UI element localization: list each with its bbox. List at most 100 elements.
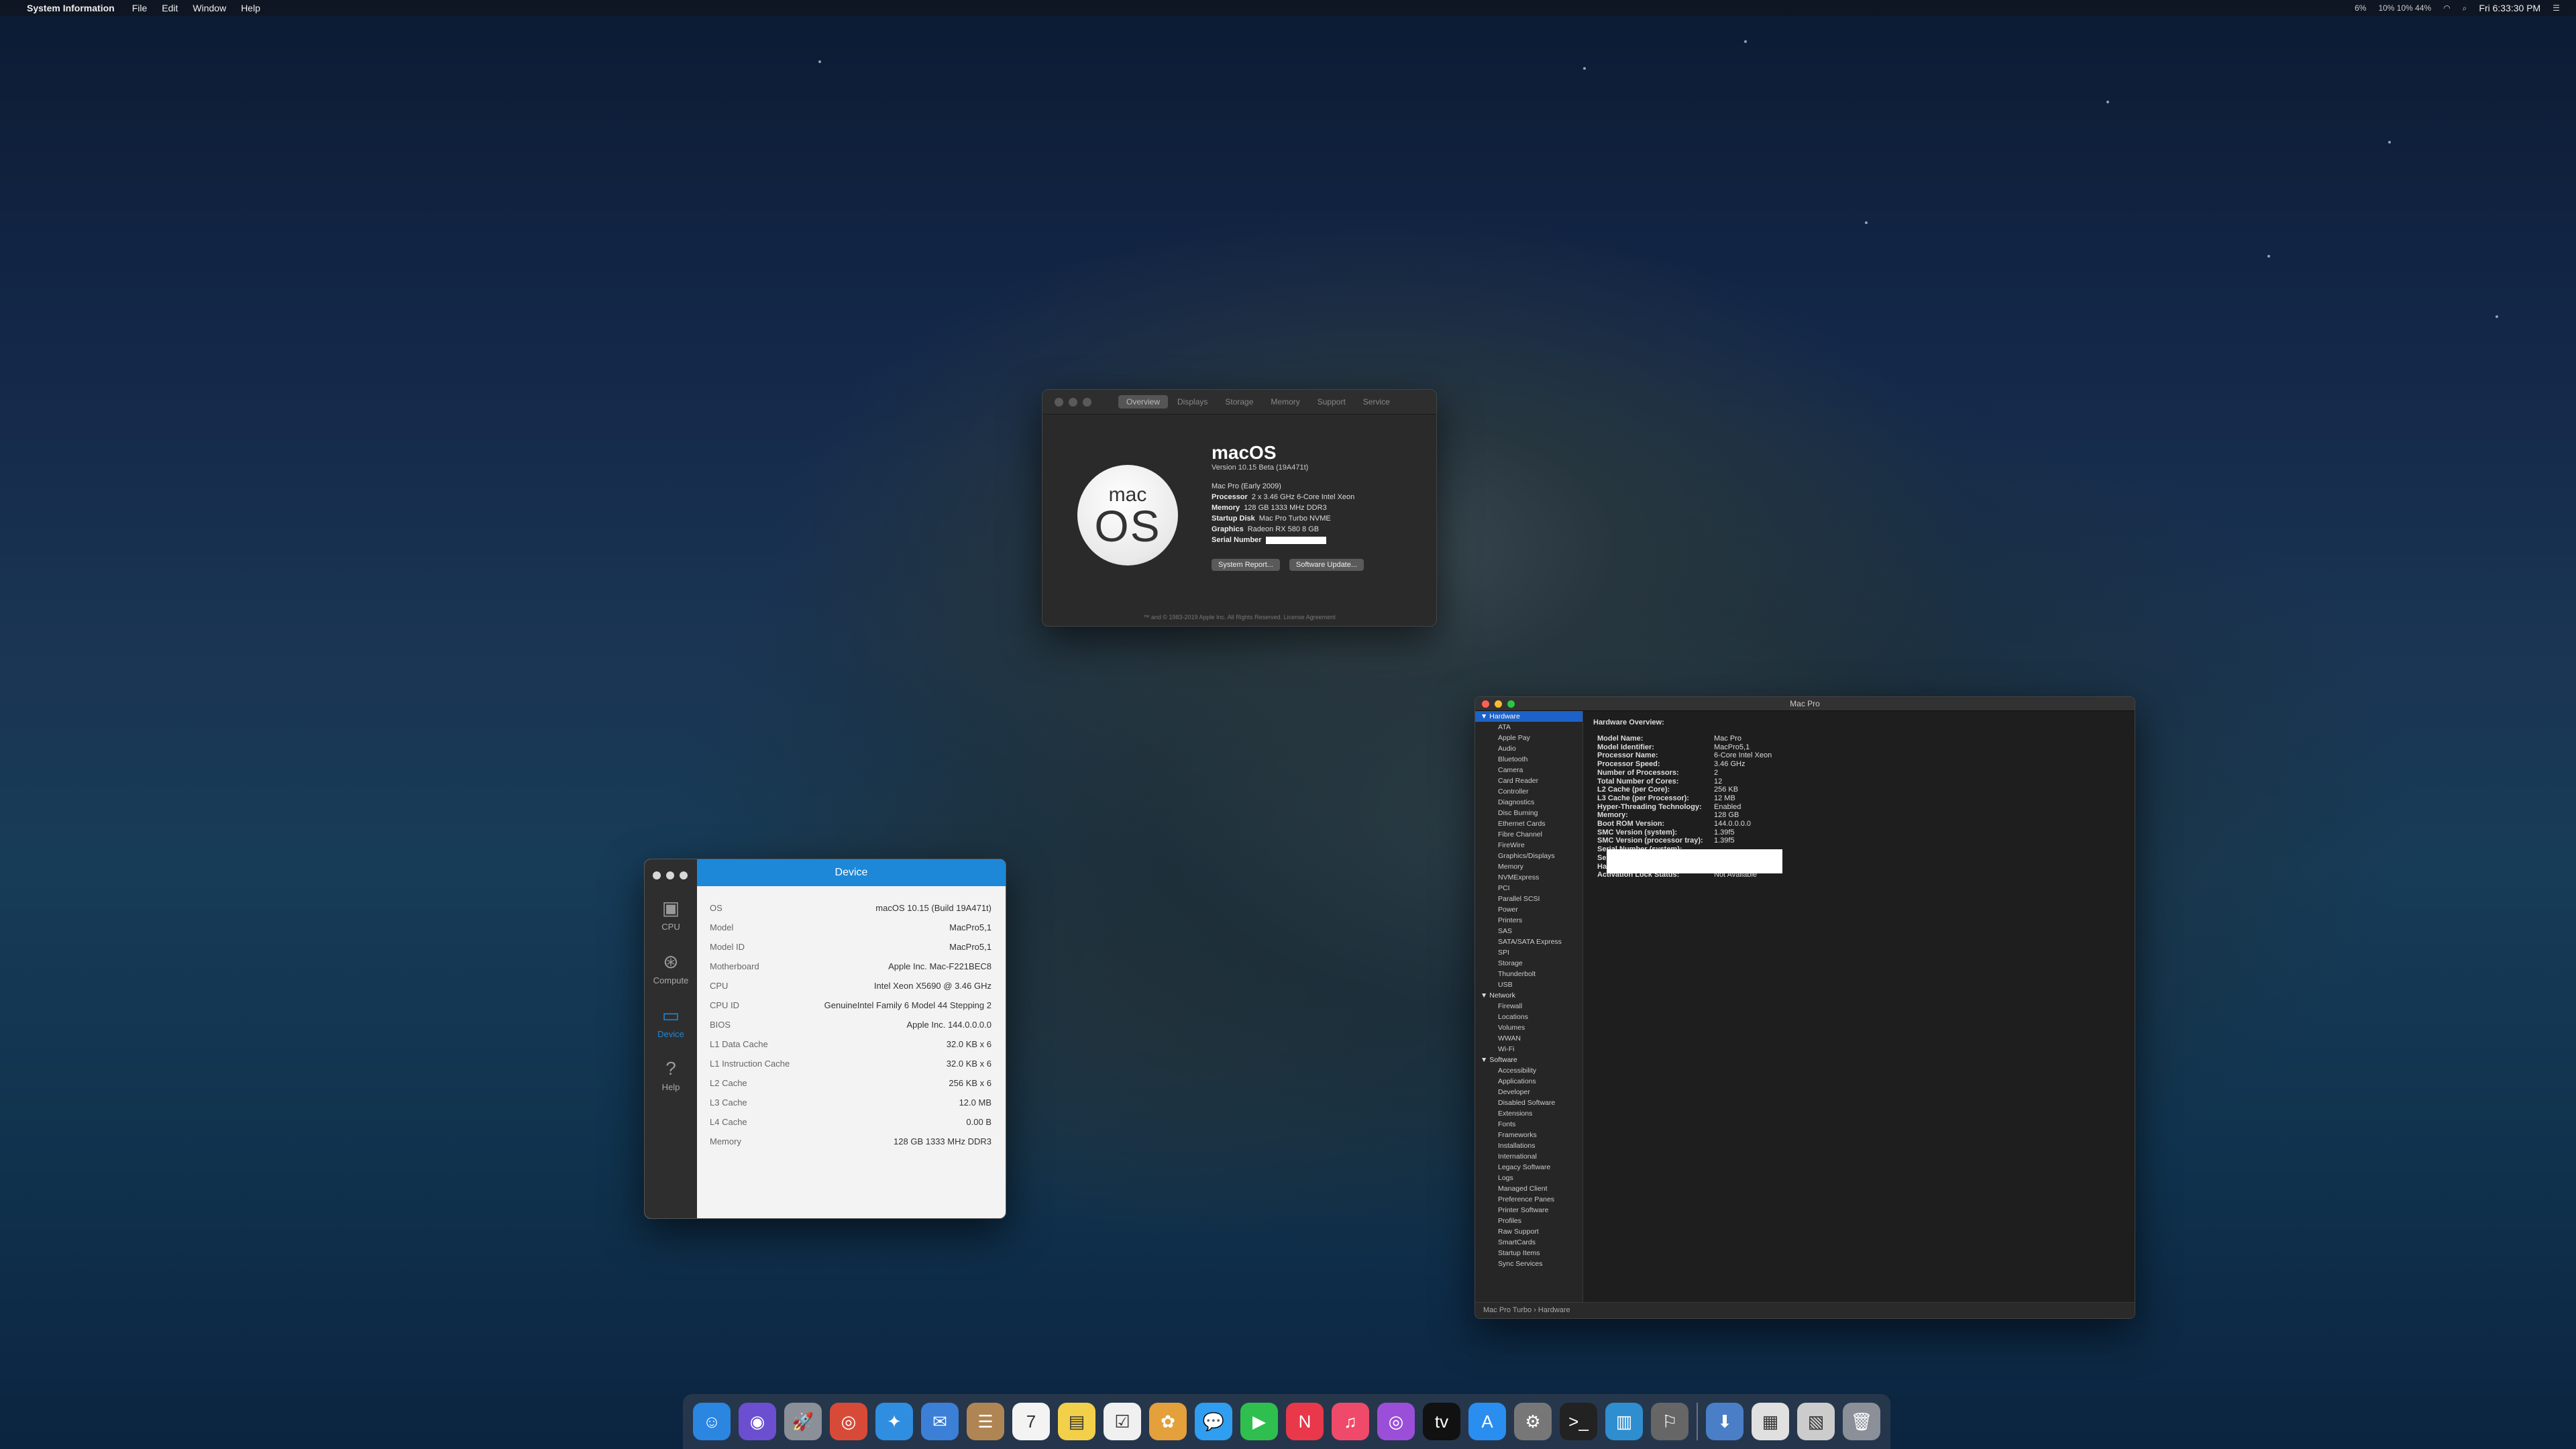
automator-icon[interactable]: ⚐ bbox=[1651, 1403, 1688, 1440]
siri-icon[interactable]: ◉ bbox=[739, 1403, 776, 1440]
tree-item[interactable]: Bluetooth bbox=[1475, 754, 1582, 765]
calendar-icon[interactable]: 7 bbox=[1012, 1403, 1050, 1440]
tree-item[interactable]: Volumes bbox=[1475, 1022, 1582, 1033]
app-store-icon[interactable]: A bbox=[1468, 1403, 1506, 1440]
tree-item[interactable]: ATA bbox=[1475, 722, 1582, 733]
menubar-clock[interactable]: Fri 6:33:30 PM bbox=[2479, 3, 2540, 13]
tree-item[interactable]: SPI bbox=[1475, 947, 1582, 958]
tree-item[interactable]: FireWire bbox=[1475, 840, 1582, 851]
tree-item[interactable]: Storage bbox=[1475, 958, 1582, 969]
minimize-button[interactable] bbox=[1069, 397, 1077, 407]
tree-item[interactable]: Startup Items bbox=[1475, 1248, 1582, 1258]
podcasts-icon[interactable]: ◎ bbox=[1377, 1403, 1415, 1440]
nav-cpu[interactable]: ▣ CPU bbox=[645, 897, 697, 932]
tree-item[interactable]: Firewall bbox=[1475, 1001, 1582, 1012]
tree-item[interactable]: Managed Client bbox=[1475, 1183, 1582, 1194]
system-report-button[interactable]: System Report... bbox=[1212, 559, 1280, 571]
activity-monitor-icon[interactable]: ▥ bbox=[1605, 1403, 1643, 1440]
tree-item[interactable]: Card Reader bbox=[1475, 775, 1582, 786]
tree-group[interactable]: ▼ Hardware bbox=[1475, 711, 1582, 722]
facetime-icon[interactable]: ▶ bbox=[1240, 1403, 1278, 1440]
tree-item[interactable]: SATA/SATA Express bbox=[1475, 936, 1582, 947]
minimize-button[interactable] bbox=[666, 871, 674, 879]
tv-icon[interactable]: tv bbox=[1423, 1403, 1460, 1440]
reminders-icon[interactable]: ☑ bbox=[1104, 1403, 1141, 1440]
tree-item[interactable]: Graphics/Displays bbox=[1475, 851, 1582, 861]
tab-storage[interactable]: Storage bbox=[1217, 395, 1261, 409]
tab-displays[interactable]: Displays bbox=[1169, 395, 1216, 409]
menu-window[interactable]: Window bbox=[193, 3, 226, 13]
tree-item[interactable]: NVMExpress bbox=[1475, 872, 1582, 883]
cpu-stats[interactable]: 10% 10% 44% bbox=[2378, 3, 2431, 13]
nav-compute[interactable]: ⊛ Compute bbox=[645, 951, 697, 985]
finder-icon[interactable]: ☺ bbox=[693, 1403, 731, 1440]
mail-icon[interactable]: ✉ bbox=[921, 1403, 959, 1440]
downloads-icon[interactable]: ⬇ bbox=[1706, 1403, 1743, 1440]
tree-item[interactable]: Preference Panes bbox=[1475, 1194, 1582, 1205]
tree-item[interactable]: USB bbox=[1475, 979, 1582, 990]
tree-item[interactable]: Frameworks bbox=[1475, 1130, 1582, 1140]
tab-overview[interactable]: Overview bbox=[1118, 395, 1169, 409]
zoom-button[interactable] bbox=[1083, 397, 1091, 407]
tree-item[interactable]: Apple Pay bbox=[1475, 733, 1582, 743]
tree-item[interactable]: Extensions bbox=[1475, 1108, 1582, 1119]
tree-item[interactable]: PCI bbox=[1475, 883, 1582, 894]
tab-memory[interactable]: Memory bbox=[1263, 395, 1307, 409]
notification-center-icon[interactable]: ☰ bbox=[2553, 3, 2560, 13]
safari-icon[interactable]: ✦ bbox=[875, 1403, 913, 1440]
tree-item[interactable]: Fibre Channel bbox=[1475, 829, 1582, 840]
messages-icon[interactable]: 💬 bbox=[1195, 1403, 1232, 1440]
tab-service[interactable]: Service bbox=[1355, 395, 1398, 409]
wifi-icon[interactable]: ◠ bbox=[2443, 3, 2450, 13]
contacts-icon[interactable]: ☰ bbox=[967, 1403, 1004, 1440]
music-icon[interactable]: ♫ bbox=[1332, 1403, 1369, 1440]
tree-item[interactable]: Printers bbox=[1475, 915, 1582, 926]
zoom-button[interactable] bbox=[680, 871, 688, 879]
tree-item[interactable]: SmartCards bbox=[1475, 1237, 1582, 1248]
tree-item[interactable]: Logs bbox=[1475, 1173, 1582, 1183]
tree-item[interactable]: Audio bbox=[1475, 743, 1582, 754]
documents-icon[interactable]: ▦ bbox=[1752, 1403, 1789, 1440]
tree-item[interactable]: Disabled Software bbox=[1475, 1097, 1582, 1108]
tree-item[interactable]: Printer Software bbox=[1475, 1205, 1582, 1216]
tree-item[interactable]: Wi-Fi bbox=[1475, 1044, 1582, 1055]
launchpad-icon[interactable]: 🚀 bbox=[784, 1403, 822, 1440]
notes-icon[interactable]: ▤ bbox=[1058, 1403, 1095, 1440]
tree-item[interactable]: Accessibility bbox=[1475, 1065, 1582, 1076]
tree-item[interactable]: Legacy Software bbox=[1475, 1162, 1582, 1173]
tree-item[interactable]: Power bbox=[1475, 904, 1582, 915]
trash-icon[interactable]: 🗑 bbox=[1843, 1403, 1880, 1440]
screenshots-icon[interactable]: ▧ bbox=[1797, 1403, 1835, 1440]
tree-item[interactable]: Installations bbox=[1475, 1140, 1582, 1151]
nav-help[interactable]: ? Help bbox=[645, 1058, 697, 1092]
tree-group[interactable]: ▼ Software bbox=[1475, 1055, 1582, 1065]
tab-support[interactable]: Support bbox=[1309, 395, 1354, 409]
tree-item[interactable]: Sync Services bbox=[1475, 1258, 1582, 1269]
tree-item[interactable]: International bbox=[1475, 1151, 1582, 1162]
menu-help[interactable]: Help bbox=[241, 3, 260, 13]
close-button[interactable] bbox=[653, 871, 661, 879]
tree-item[interactable]: Camera bbox=[1475, 765, 1582, 775]
battery-percent[interactable]: 6% bbox=[2355, 3, 2366, 13]
tree-group[interactable]: ▼ Network bbox=[1475, 990, 1582, 1001]
tree-item[interactable]: Parallel SCSI bbox=[1475, 894, 1582, 904]
chrome-icon[interactable]: ◎ bbox=[830, 1403, 867, 1440]
search-icon[interactable]: ⌕ bbox=[2463, 3, 2467, 13]
tree-item[interactable]: Fonts bbox=[1475, 1119, 1582, 1130]
terminal-icon[interactable]: >_ bbox=[1560, 1403, 1597, 1440]
news-icon[interactable]: N bbox=[1286, 1403, 1324, 1440]
tree-item[interactable]: Raw Support bbox=[1475, 1226, 1582, 1237]
menu-app-name[interactable]: System Information bbox=[27, 3, 115, 13]
tree-item[interactable]: Thunderbolt bbox=[1475, 969, 1582, 979]
tree-item[interactable]: Developer bbox=[1475, 1087, 1582, 1097]
software-update-button[interactable]: Software Update... bbox=[1289, 559, 1364, 571]
tree-item[interactable]: Diagnostics bbox=[1475, 797, 1582, 808]
tree-item[interactable]: Locations bbox=[1475, 1012, 1582, 1022]
tree-item[interactable]: Ethernet Cards bbox=[1475, 818, 1582, 829]
tree-item[interactable]: SAS bbox=[1475, 926, 1582, 936]
tree-item[interactable]: Memory bbox=[1475, 861, 1582, 872]
tree-item[interactable]: Disc Burning bbox=[1475, 808, 1582, 818]
system-preferences-icon[interactable]: ⚙ bbox=[1514, 1403, 1552, 1440]
close-button[interactable] bbox=[1055, 397, 1063, 407]
tree-item[interactable]: Controller bbox=[1475, 786, 1582, 797]
